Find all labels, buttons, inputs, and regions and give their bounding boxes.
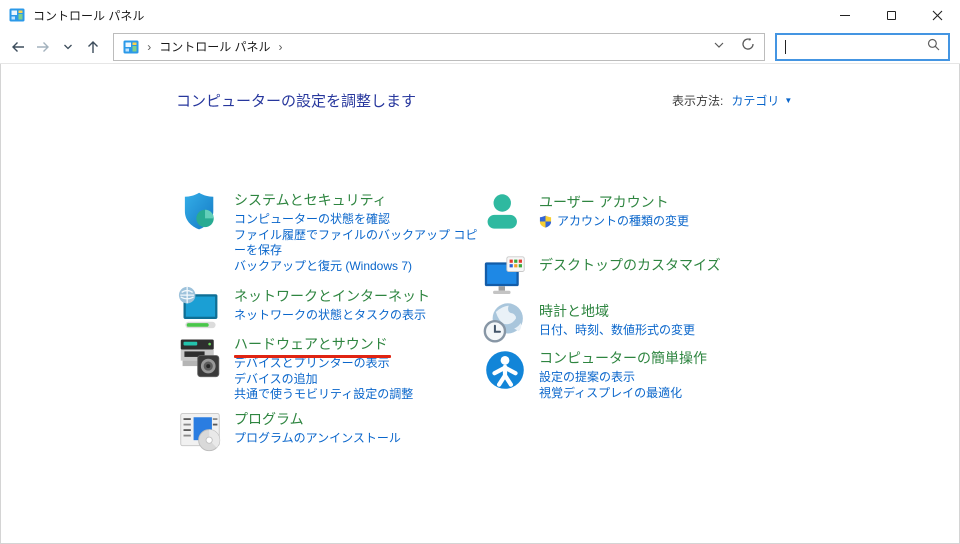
forward-button[interactable] [31,34,56,60]
category-title-link[interactable]: デスクトップのカスタマイズ [539,256,721,274]
category-block: システムとセキュリティコンピューターの状態を確認 ファイル履歴でファイルのバックア… [178,190,478,274]
network-icon[interactable] [178,286,222,332]
uac-shield-icon [539,215,552,228]
task-link[interactable]: アカウントの種類の変更 [539,214,689,230]
task-link[interactable]: 設定の提案の表示 [539,370,707,386]
breadcrumb-separator[interactable]: › [279,40,283,54]
breadcrumb-separator: › [147,39,152,54]
ease-of-access-icon[interactable] [483,348,527,394]
task-link[interactable]: ネットワークの状態とタスクの表示 [234,308,430,324]
category-title-link[interactable]: ネットワークとインターネット [234,287,430,305]
category-title-link[interactable]: プログラム [234,410,304,428]
search-icon[interactable] [927,38,940,56]
back-button[interactable] [6,34,31,60]
security-shield-icon[interactable] [178,190,222,236]
task-link[interactable]: 日付、時刻、数値形式の変更 [539,323,695,339]
task-link[interactable]: コンピューターの状態を確認 [234,212,478,228]
task-link[interactable]: 視覚ディスプレイの最適化 [539,386,707,402]
task-link[interactable]: デバイスとプリンターの表示 [234,356,413,372]
view-by-control: 表示方法: カテゴリ ▼ [672,92,792,109]
task-link[interactable]: 共通で使うモビリティ設定の調整 [234,387,413,403]
recent-locations-dropdown[interactable] [56,34,81,60]
clock-region-icon[interactable] [483,301,527,347]
category-column-right: ユーザー アカウントアカウントの種類の変更デスクトップのカスタマイズ 時計と地域日… [483,192,783,401]
navigation-toolbar: › コントロール パネル › [0,30,960,64]
category-block: デスクトップのカスタマイズ [483,255,783,301]
breadcrumb-location[interactable]: コントロール パネル [159,38,270,55]
control-panel-icon [123,39,139,55]
category-block: コンピューターの簡単操作 設定の提案の表示 視覚ディスプレイの最適化 [483,348,783,401]
category-block: ハードウェアとサウンドデバイスとプリンターの表示 デバイスの追加 共通で使うモビリテ… [178,334,478,403]
maximize-button[interactable] [868,0,914,30]
category-block: プログラムプログラムのアンインストール [178,409,478,455]
category-title-link[interactable]: 時計と地域 [539,302,609,320]
task-link[interactable]: デバイスの追加 [234,372,413,388]
programs-icon[interactable] [178,409,222,455]
page-title: コンピューターの設定を調整します [176,93,417,110]
category-block: 時計と地域日付、時刻、数値形式の変更 [483,301,783,347]
search-input[interactable] [775,32,950,61]
window-title: コントロール パネル [33,8,145,23]
category-title-link[interactable]: システムとセキュリティ [234,191,387,209]
task-link[interactable]: プログラムのアンインストール [234,431,401,447]
appearance-icon[interactable] [483,255,527,301]
refresh-icon[interactable] [741,37,755,56]
category-block: ネットワークとインターネット ネットワークの状態とタスクの表示 [178,286,478,332]
category-title-link[interactable]: コンピューターの簡単操作 [539,349,707,367]
control-panel-home: コンピューターの設定を調整します 表示方法: カテゴリ ▼ システムとセキュリテ… [0,64,960,544]
category-column-left: システムとセキュリティコンピューターの状態を確認 ファイル履歴でファイルのバックア… [178,190,478,455]
category-title-link[interactable]: ハードウェアとサウンド [234,335,388,353]
close-button[interactable] [914,0,960,30]
red-underline-annotation [234,355,391,358]
view-by-category-dropdown[interactable]: カテゴリ ▼ [731,92,792,109]
task-link[interactable]: バックアップと復元 (Windows 7) [234,259,478,275]
user-accounts-icon[interactable] [483,192,527,238]
task-link[interactable]: ファイル履歴でファイルのバックアップ コピーを保存 [234,228,478,259]
text-caret [785,39,787,54]
title-bar: コントロール パネル [0,0,960,30]
window-controls [822,0,960,30]
category-block: ユーザー アカウントアカウントの種類の変更 [483,192,783,238]
address-dropdown-icon[interactable] [713,38,725,56]
address-bar[interactable]: › コントロール パネル › [113,32,766,61]
control-panel-icon [9,7,25,23]
minimize-button[interactable] [822,0,868,30]
hardware-sound-icon[interactable] [178,334,222,380]
chevron-down-icon: ▼ [784,96,793,105]
view-by-label: 表示方法: [672,94,724,108]
category-title-link[interactable]: ユーザー アカウント [539,193,669,211]
up-button[interactable] [80,34,105,60]
